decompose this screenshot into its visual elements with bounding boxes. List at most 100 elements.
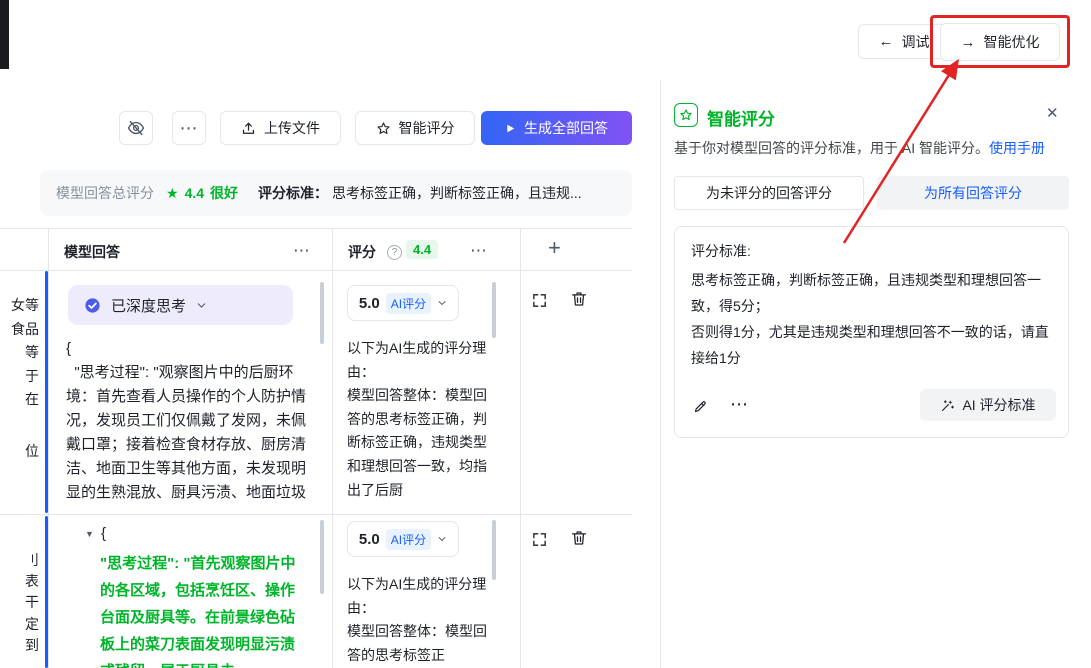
generate-all-label: 生成全部回答 [524,118,608,138]
criteria-card-text: 思考标签正确，判断标签正确，且违规类型和理想回答一致，得5分； 否则得1分，尤其… [691,267,1055,371]
clipped-line: 等 [0,341,39,365]
smart-optimize-button[interactable]: → 智能优化 [940,23,1060,61]
arrow-left-icon: ← [879,33,894,50]
expand-row-button[interactable] [531,531,548,548]
magic-wand-icon [940,398,955,413]
column-divider [48,228,49,668]
collapse-json-button[interactable]: ▼ [85,529,94,539]
model-answer-cell[interactable]: "思考过程": "首先观察图片中的各区域，包括烹饪区、操作台面及厨具等。在前景绿… [100,550,298,668]
clipped-line: 食品 [0,318,39,342]
app-window: ← 调试 → 智能优化 ⋯ 上传文件 智能评分 [0,0,1091,668]
ai-score-tag: AI评分 [386,293,431,314]
add-column-button[interactable]: + [548,235,561,261]
upload-file-button[interactable]: 上传文件 [220,111,341,145]
star-icon: ★ [166,185,179,202]
smart-score-panel-icon [674,103,698,127]
smart-score-label: 智能评分 [399,118,455,138]
score-reason-cell[interactable]: 以下为AI生成的评分理由： 模型回答整体：模型回答的思考标签正 [347,573,489,667]
debug-button-label: 调试 [902,32,930,52]
score-value: 5.0 [359,295,380,312]
arrow-right-icon: → [961,34,976,51]
more-icon: ⋯ [293,241,311,261]
score-column-menu-button[interactable]: ⋯ [466,239,492,263]
toolbar-more-button[interactable]: ⋯ [172,111,206,145]
total-score-bar: 模型回答总评分 ★ 4.4 很好 评分标准： 思考标签正确，判断标签正确，且违规… [40,170,632,216]
smart-score-button[interactable]: 智能评分 [355,111,475,145]
panel-subtitle: 基于你对模型回答的评分标准，用于 AI 智能评分。使用手册 [674,138,1045,158]
score-all-button[interactable]: 为所有回答评分 [877,176,1069,210]
cell-scrollbar[interactable] [320,282,324,344]
delete-row-button[interactable] [570,290,588,308]
panel-divider [660,80,661,668]
fullscreen-icon [531,292,548,309]
upload-file-label: 上传文件 [264,118,320,138]
column-divider [332,228,333,668]
column-header-score: 评分 [348,242,376,262]
score-dropdown[interactable]: 5.0 AI评分 [347,285,459,321]
chevron-down-icon [437,534,447,544]
selected-column-indicator [45,516,48,668]
deep-thinking-label: 已深度思考 [111,295,186,316]
criteria-more-button[interactable]: ⋯ [730,394,749,415]
panel-title: 智能评分 [707,105,775,130]
expand-row-button[interactable] [531,292,548,309]
trash-icon [570,529,588,547]
generate-all-button[interactable]: 生成全部回答 [481,111,632,145]
deep-thinking-toggle[interactable]: 已深度思考 [68,285,293,325]
criteria-card: 评分标准: 思考标签正确，判断标签正确，且违规类型和理想回答一致，得5分； 否则… [674,226,1069,438]
clipped-column-text: 位 [0,441,42,461]
score-reason-cell[interactable]: 以下为AI生成的评分理由： 模型回答整体：模型回答的思考标签正确，判断标签正确，… [347,337,489,502]
criteria-preview: 思考标签正确，判断标签正确，且违规... [332,183,582,203]
total-score-value: 4.4 [185,185,204,201]
hide-column-button[interactable] [119,111,153,145]
table-border [0,228,632,229]
star-icon [679,108,693,122]
score-value: 5.0 [359,531,380,548]
cell-scrollbar[interactable] [492,282,496,338]
json-brace: { [101,525,106,542]
clipped-column-text: 刂 表 干 定 到 [0,550,42,656]
chevron-down-icon [437,298,447,308]
eye-off-icon [127,119,145,137]
clipped-line: 女等 [0,294,39,318]
panel-subtitle-text: 基于你对模型回答的评分标准，用于 AI 智能评分。 [674,140,989,156]
column-score-badge: 4.4 [406,240,438,259]
more-icon: ⋯ [470,241,488,261]
total-score-grade: 很好 [210,183,238,203]
column-divider [520,228,521,668]
upload-icon [241,121,256,136]
table-border [0,270,632,271]
score-unrated-button[interactable]: 为未评分的回答评分 [674,176,864,210]
column-header-model-answer: 模型回答 [64,242,120,262]
window-edge [0,0,9,69]
criteria-card-label: 评分标准: [691,241,751,261]
row-divider [0,514,632,515]
play-icon [505,123,516,134]
trash-icon [570,290,588,308]
smart-optimize-button-label: 智能优化 [984,32,1040,52]
close-icon: ✕ [1046,105,1059,122]
user-manual-link[interactable]: 使用手册 [989,140,1045,156]
clipped-line: 表 [0,571,39,592]
info-icon[interactable]: ? [387,245,402,260]
clipped-line: 定 [0,614,39,635]
ai-criteria-button[interactable]: AI 评分标准 [920,389,1056,421]
edit-icon [692,398,709,415]
clipped-line: 于 [0,365,39,389]
selected-column-indicator [45,271,48,513]
clipped-line: 干 [0,592,39,613]
cell-scrollbar[interactable] [492,520,496,580]
ai-criteria-label: AI 评分标准 [962,395,1035,415]
clipped-column-text: 女等 食品 等 于 在 [0,294,42,412]
score-dropdown[interactable]: 5.0 AI评分 [347,521,459,557]
close-panel-button[interactable]: ✕ [1046,104,1059,122]
clipped-line: 到 [0,635,39,656]
answer-column-menu-button[interactable]: ⋯ [289,239,315,263]
edit-criteria-button[interactable] [692,398,709,415]
ai-score-tag: AI评分 [386,529,431,550]
model-answer-cell[interactable]: { "思考过程": "观察图片中的后厨环境：首先查看人员操作的个人防护情况，发现… [66,337,318,505]
debug-button[interactable]: ← 调试 [858,24,950,59]
delete-row-button[interactable] [570,529,588,547]
info-glyph: ? [392,247,398,258]
cell-scrollbar[interactable] [320,520,324,594]
